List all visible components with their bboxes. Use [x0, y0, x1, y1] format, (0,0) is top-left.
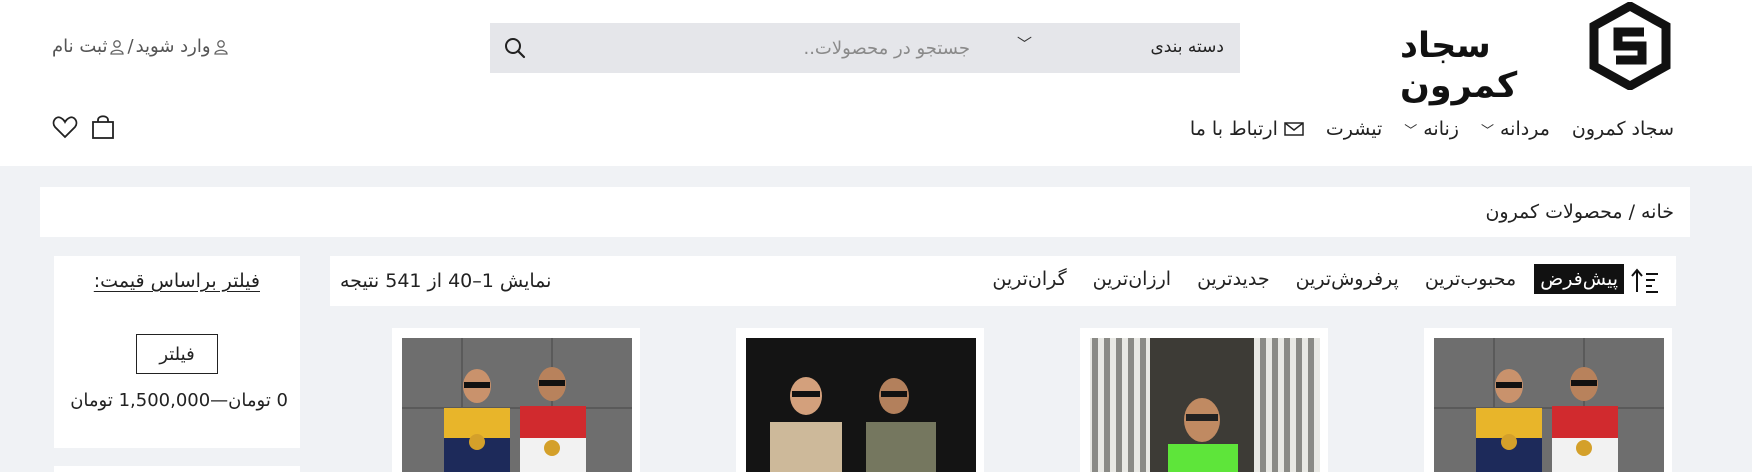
sort-bar: پیش‌فرض محبوب‌ترین پرفروش‌ترین جدیدترین …: [330, 256, 1676, 306]
breadcrumb-home[interactable]: خانه: [1641, 201, 1674, 223]
nav-item-contact[interactable]: ارتباط با ما: [1190, 118, 1304, 140]
sort-option-newest[interactable]: جدیدترین: [1191, 264, 1276, 294]
search-bar: دسته بندی ﹀: [490, 23, 1240, 73]
sort-icon[interactable]: [1630, 268, 1660, 294]
product-image[interactable]: [402, 338, 632, 472]
register-link[interactable]: ثبت نام: [52, 36, 107, 57]
sort-options: پیش‌فرض محبوب‌ترین پرفروش‌ترین جدیدترین …: [972, 264, 1624, 294]
price-filter-title: فیلتر براساس قیمت:: [93, 270, 260, 292]
product-card[interactable]: [392, 328, 640, 472]
price-filter-widget: فیلتر براساس قیمت: فیلتر 0 تومان—1,500,0…: [54, 256, 300, 448]
sort-option-bestselling[interactable]: پرفروش‌ترین: [1290, 264, 1405, 294]
breadcrumb: خانه / محصولات کمرون: [40, 187, 1690, 237]
breadcrumb-separator: /: [1628, 201, 1635, 223]
nav-item-label: سجاد کمرون: [1571, 118, 1674, 140]
envelope-icon: [1284, 122, 1304, 136]
sort-option-cheapest[interactable]: ارزان‌ترین: [1087, 264, 1177, 294]
nav-item-women[interactable]: زنانه ﹀: [1404, 118, 1459, 140]
product-image[interactable]: [1090, 338, 1320, 472]
sort-option-expensive[interactable]: گران‌ترین: [986, 264, 1072, 294]
product-card[interactable]: [1424, 328, 1672, 472]
account-separator: /: [127, 36, 134, 57]
main-nav: سجاد کمرون مردانه ﹀ زنانه ﹀ تیشرت ارتباط…: [1190, 118, 1674, 140]
nav-item-label: مردانه: [1500, 118, 1550, 140]
heart-icon[interactable]: [52, 114, 78, 140]
product-image[interactable]: [1434, 338, 1664, 472]
product-card[interactable]: [1080, 328, 1328, 472]
login-link[interactable]: وارد شوید: [136, 36, 211, 57]
search-icon[interactable]: [502, 35, 528, 61]
logo-mark-icon: [1589, 2, 1671, 90]
chevron-down-icon[interactable]: ﹀: [1017, 33, 1032, 54]
site-header: سجاد کمرون دسته بندی ﹀ وارد شوید / ثبت ن…: [0, 0, 1752, 166]
product-image[interactable]: [746, 338, 976, 472]
nav-item-label: ارتباط با ما: [1189, 118, 1278, 140]
result-count: نمایش 1–40 از 541 نتیجه: [340, 270, 552, 292]
chevron-down-icon: ﹀: [1404, 123, 1418, 139]
nav-item-label: تیشرت: [1325, 118, 1383, 140]
category-select-label[interactable]: دسته بندی: [1150, 37, 1224, 57]
chevron-down-icon: ﹀: [1480, 123, 1494, 139]
nav-item-men[interactable]: مردانه ﹀: [1481, 118, 1550, 140]
product-card[interactable]: [736, 328, 984, 472]
header-actions: [52, 114, 116, 140]
logo-text: سجاد کمرون: [1400, 26, 1518, 106]
sidebar-widget: [54, 466, 300, 472]
filter-button[interactable]: فیلتر: [136, 334, 218, 374]
sort-option-default[interactable]: پیش‌فرض: [1534, 264, 1624, 294]
shopping-bag-icon[interactable]: [90, 114, 116, 140]
account-links: وارد شوید / ثبت نام: [52, 36, 229, 57]
search-input[interactable]: [550, 23, 970, 73]
user-icon: [213, 39, 228, 55]
sort-option-popular[interactable]: محبوب‌ترین: [1419, 264, 1522, 294]
user-icon: [110, 39, 125, 55]
breadcrumb-current: محصولات کمرون: [1485, 201, 1623, 223]
nav-item-label: زنانه: [1423, 118, 1459, 140]
nav-item-tshirt[interactable]: تیشرت: [1326, 118, 1382, 140]
nav-item-home[interactable]: سجاد کمرون: [1572, 118, 1674, 140]
price-range-label: 0 تومان—1,500,000 تومان: [70, 390, 288, 411]
site-logo[interactable]: سجاد کمرون: [1400, 2, 1671, 106]
